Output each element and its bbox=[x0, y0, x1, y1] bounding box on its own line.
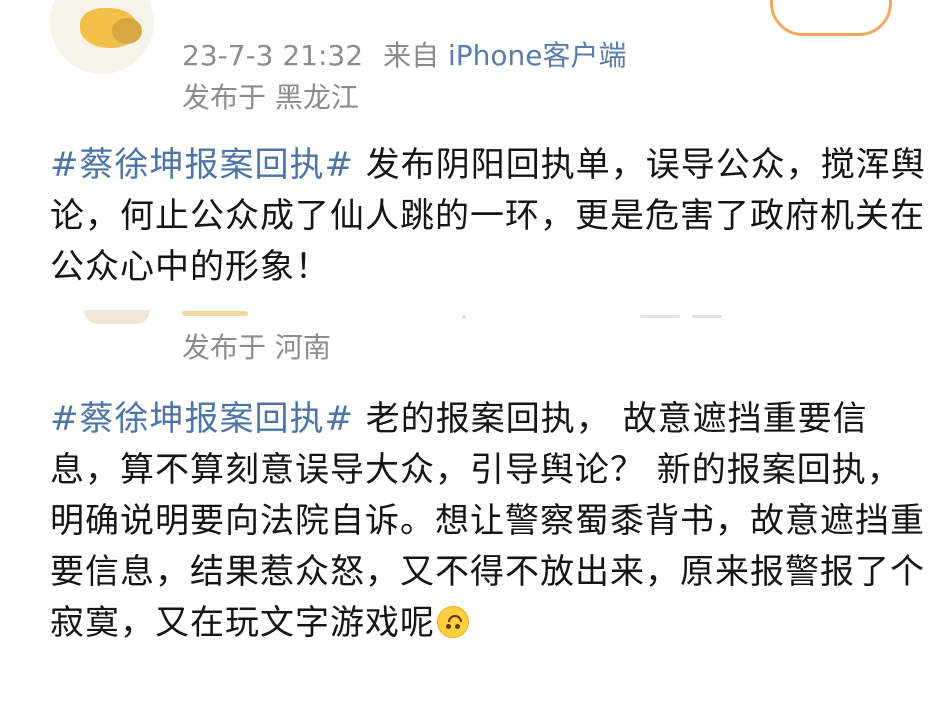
weibo-comment-screenshot: 23-7-3 21:32 来自 iPhone客户端 发布于 黑龙江 #蔡徐坤报案回… bbox=[0, 0, 948, 714]
avatar-figure-detail bbox=[112, 18, 142, 44]
divider-mark bbox=[462, 315, 466, 319]
post-1-meta: 23-7-3 21:32 来自 iPhone客户端 bbox=[182, 38, 627, 74]
post-1-timestamp: 23-7-3 21:32 bbox=[182, 39, 364, 72]
post-2-body: #蔡徐坤报案回执# 老的报案回执， 故意遮挡重要信息，算不算刻意误导大众，引导舆… bbox=[50, 394, 930, 649]
avatar-1[interactable] bbox=[50, 0, 154, 74]
post-2-hashtag-link[interactable]: #蔡徐坤报案回执# bbox=[50, 399, 354, 439]
follow-button-edge[interactable] bbox=[770, 0, 892, 36]
divider-mark bbox=[692, 315, 722, 318]
post-1-source-prefix: 来自 bbox=[383, 39, 440, 72]
post-1-body: #蔡徐坤报案回执# 发布阴阳回执单，误导公众，搅浑舆论，何止公众成了仙人跳的一环… bbox=[50, 140, 930, 293]
avatar-2[interactable] bbox=[84, 310, 150, 324]
post-2-username-edge bbox=[182, 311, 248, 316]
upside-down-face-emoji-icon bbox=[437, 606, 469, 638]
post-1-hashtag-link[interactable]: #蔡徐坤报案回执# bbox=[50, 145, 354, 185]
divider-mark bbox=[640, 315, 680, 318]
post-1-location: 发布于 黑龙江 bbox=[182, 81, 359, 114]
post-2-location: 发布于 河南 bbox=[182, 331, 331, 364]
post-1-source-client-link[interactable]: iPhone客户端 bbox=[448, 39, 627, 72]
